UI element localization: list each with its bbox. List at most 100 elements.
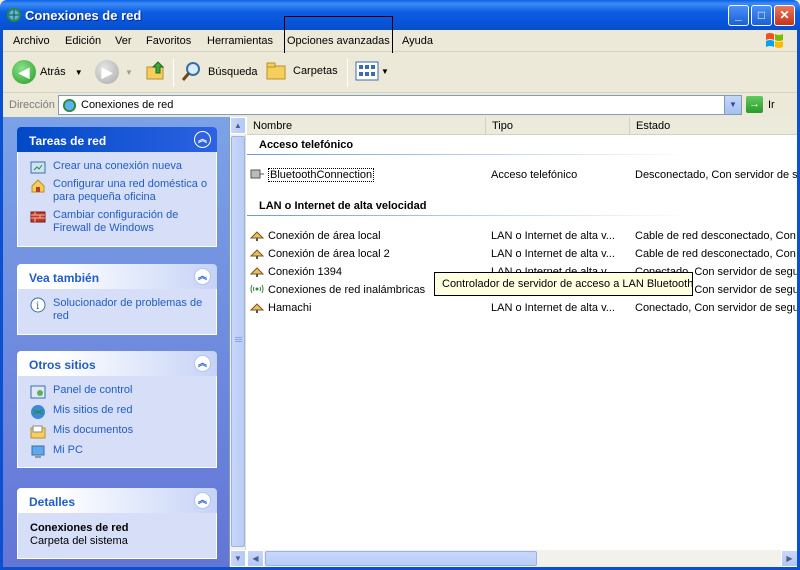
maximize-button[interactable]: □ — [751, 5, 772, 26]
folders-button[interactable]: Carpetas — [265, 60, 338, 82]
task-create-connection[interactable]: Crear una conexión nueva — [18, 160, 216, 174]
column-name[interactable]: Nombre — [247, 117, 486, 135]
folders-icon — [266, 62, 286, 80]
collapse-chevron-icon[interactable]: ︽ — [194, 492, 211, 509]
dialup-connection-icon — [250, 169, 264, 179]
other-places-header[interactable]: Otros sitios ︽ — [17, 351, 217, 376]
collapse-chevron-icon[interactable]: ︽ — [194, 268, 211, 285]
close-button[interactable]: ✕ — [774, 5, 795, 26]
list-item[interactable]: BluetoothConnection Acceso telefónico De… — [247, 167, 798, 184]
details-header[interactable]: Detalles ︽ — [17, 488, 217, 513]
network-connections-icon — [62, 98, 77, 113]
scroll-right-arrow-icon[interactable]: ▶ — [781, 550, 798, 567]
network-tasks-body: Crear una conexión nueva Configurar una … — [17, 152, 217, 247]
title-bar[interactable]: Conexiones de red _ □ ✕ — [0, 0, 800, 30]
address-dropdown-icon[interactable]: ▼ — [724, 96, 741, 114]
up-folder-button[interactable] — [145, 60, 167, 82]
scroll-down-arrow-icon[interactable]: ▼ — [230, 550, 246, 567]
item-name: Conexión 1394 — [268, 266, 343, 278]
window-frame-left — [0, 30, 3, 570]
my-documents-icon — [30, 425, 46, 439]
home-network-icon — [31, 179, 45, 193]
views-button[interactable]: ▼ — [355, 60, 389, 82]
search-button[interactable]: Búsqueda — [180, 60, 258, 84]
horizontal-scrollbar-thumb[interactable] — [265, 551, 537, 566]
menu-ver[interactable]: Ver — [115, 35, 132, 47]
details-subtitle: Carpeta del sistema — [30, 535, 128, 547]
network-places-icon — [31, 405, 45, 419]
lan-connection-icon — [249, 303, 265, 313]
network-tasks-header[interactable]: Tareas de red ︽ — [17, 127, 217, 152]
item-name: Hamachi — [268, 302, 312, 314]
lan-connection-icon — [249, 231, 265, 241]
menu-edicion[interactable]: Edición — [65, 35, 101, 47]
menu-archivo[interactable]: Archivo — [13, 35, 50, 47]
see-also-box: Vea también ︽ i Solucionador de problema… — [17, 264, 217, 335]
go-button[interactable]: Ir — [768, 99, 775, 111]
back-dropdown-icon[interactable]: ▼ — [75, 68, 83, 77]
back-label: Atrás — [40, 66, 66, 78]
place-control-panel[interactable]: Panel de control — [18, 384, 216, 399]
task-troubleshooter[interactable]: i Solucionador de problemas de red — [18, 297, 216, 323]
collapse-chevron-icon[interactable]: ︽ — [194, 355, 211, 372]
views-icon — [355, 61, 379, 81]
list-item[interactable]: Hamachi LAN o Internet de alta v... Cone… — [247, 300, 798, 317]
list-item[interactable]: Conexión de área local LAN o Internet de… — [247, 228, 798, 245]
place-network-places[interactable]: Mis sitios de red — [18, 404, 216, 419]
grip-line — [235, 341, 242, 342]
search-label: Búsqueda — [208, 66, 258, 78]
scroll-left-arrow-icon[interactable]: ◀ — [247, 550, 264, 567]
task-firewall[interactable]: Cambiar configuración de Firewall de Win… — [18, 209, 216, 235]
address-value: Conexiones de red — [81, 99, 174, 111]
item-state: Conectado, Con servidor de segu — [635, 302, 798, 314]
scrollbar-thumb[interactable] — [231, 136, 245, 547]
network-tasks-title: Tareas de red — [29, 134, 107, 148]
group-header: LAN o Internet de alta velocidad — [259, 200, 427, 212]
task-home-network[interactable]: Configurar una red doméstica o para pequ… — [18, 178, 216, 204]
place-my-documents[interactable]: Mis documentos — [18, 424, 216, 439]
help-info-icon: i — [30, 297, 46, 313]
forward-button[interactable]: ▶ ▼ — [95, 60, 133, 84]
place-label: Mis sitios de red — [53, 404, 133, 416]
minimize-button[interactable]: _ — [728, 5, 749, 26]
other-places-body: Panel de control Mis sitios de red Mis d… — [17, 376, 217, 468]
address-label: Dirección — [9, 99, 55, 111]
tooltip: Controlador de servidor de acceso a LAN … — [434, 272, 693, 296]
list-item[interactable]: Conexión de área local 2 LAN o Internet … — [247, 246, 798, 263]
lan-connection-icon — [249, 249, 265, 259]
column-type[interactable]: Tipo — [486, 117, 630, 135]
menu-herramientas[interactable]: Herramientas — [207, 35, 273, 47]
address-bar: Dirección Conexiones de red ▼ → Ir — [3, 94, 797, 116]
scroll-up-arrow-icon[interactable]: ▲ — [230, 117, 246, 134]
details-title: Detalles — [29, 495, 76, 509]
column-state[interactable]: Estado — [630, 117, 798, 135]
folders-label: Carpetas — [293, 65, 338, 77]
item-type: LAN o Internet de alta v... — [491, 248, 615, 260]
place-my-computer[interactable]: Mi PC — [18, 444, 216, 458]
group-divider — [247, 215, 798, 216]
group-divider — [247, 154, 798, 155]
forward-dropdown-icon[interactable]: ▼ — [125, 68, 133, 77]
see-also-header[interactable]: Vea también ︽ — [17, 264, 217, 289]
other-places-title: Otros sitios — [29, 358, 96, 372]
wireless-connection-icon — [250, 284, 264, 294]
task-label: Crear una conexión nueva — [53, 160, 183, 172]
item-state: Cable de red desconectado, Con s — [635, 230, 798, 242]
horizontal-scrollbar[interactable]: ◀ ▶ — [247, 550, 798, 567]
item-name: Conexión de área local 2 — [268, 248, 390, 260]
details-name: Conexiones de red — [30, 522, 129, 534]
views-dropdown-icon[interactable]: ▼ — [381, 67, 389, 76]
item-name: Conexión de área local — [268, 230, 381, 242]
item-name: BluetoothConnection — [268, 168, 375, 182]
go-arrow-icon[interactable]: → — [746, 96, 763, 113]
collapse-chevron-icon[interactable]: ︽ — [194, 131, 211, 148]
item-type: Acceso telefónico — [491, 169, 578, 181]
details-box: Detalles ︽ Conexiones de red Carpeta del… — [17, 488, 217, 559]
menu-favoritos[interactable]: Favoritos — [146, 35, 191, 47]
firewall-icon — [30, 211, 46, 223]
address-input[interactable]: Conexiones de red ▼ — [58, 95, 742, 115]
back-button[interactable]: ◀ Atrás ▼ — [12, 60, 83, 84]
forward-arrow-icon: ▶ — [95, 60, 119, 84]
menu-ayuda[interactable]: Ayuda — [402, 35, 433, 47]
vertical-scrollbar[interactable]: ▲ ▼ — [230, 117, 246, 567]
